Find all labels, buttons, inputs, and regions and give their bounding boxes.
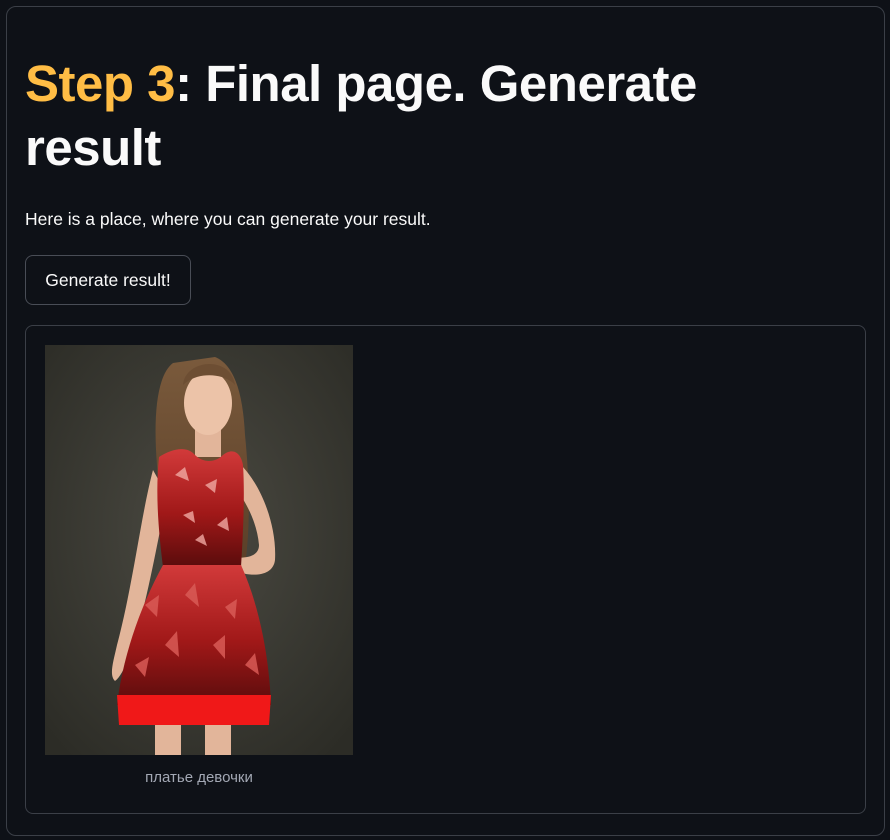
- generate-result-button[interactable]: Generate result!: [25, 255, 191, 305]
- result-image-caption: платье девочки: [145, 769, 253, 786]
- page-description: Here is a place, where you can generate …: [25, 209, 431, 229]
- page-title: Step 3: Final page. Generate result: [25, 52, 785, 180]
- result-container: платье девочки: [25, 325, 866, 814]
- page-title-accent: Step 3: [25, 55, 176, 112]
- result-image[interactable]: [45, 345, 353, 755]
